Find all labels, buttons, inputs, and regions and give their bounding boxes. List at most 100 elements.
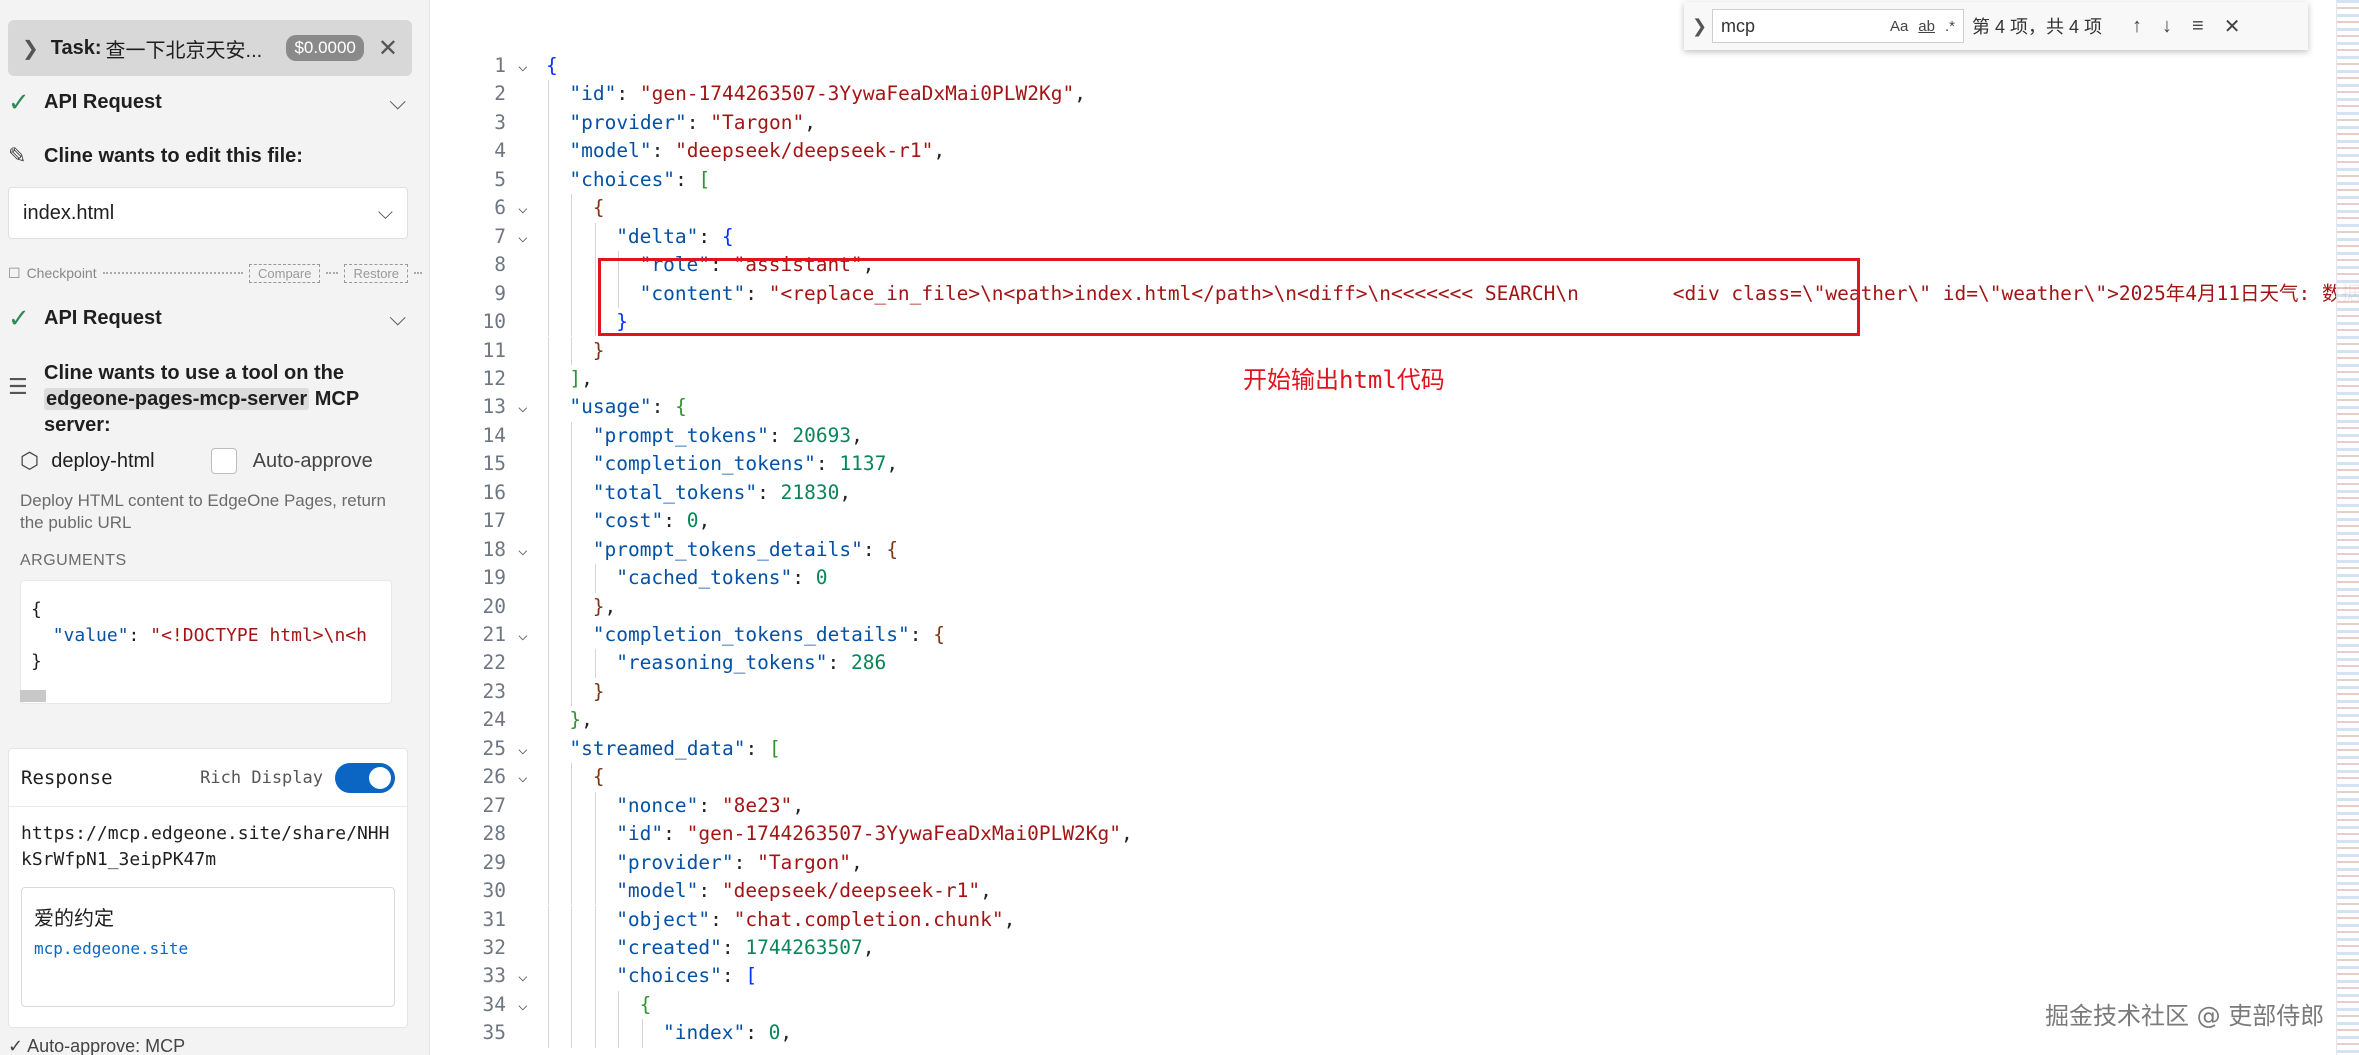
indent-guide bbox=[571, 194, 573, 223]
code-line[interactable]: 6 ⌵ { bbox=[432, 194, 2332, 222]
code-line[interactable]: 13 ⌵ "usage": { bbox=[432, 393, 2332, 421]
line-number: 7 bbox=[494, 224, 506, 248]
code-line[interactable]: 15 "completion_tokens": 1137, bbox=[432, 450, 2332, 478]
chevron-right-icon[interactable]: ❯ bbox=[1692, 16, 1712, 37]
code-line[interactable]: 7 ⌵ "delta": { bbox=[432, 223, 2332, 251]
arguments-box[interactable]: { "value": "<!DOCTYPE html>\n<h } bbox=[20, 580, 392, 704]
indent-guide bbox=[571, 478, 573, 508]
match-case-icon[interactable]: Aa bbox=[1890, 18, 1908, 35]
code-line[interactable]: 19 "cached_tokens": 0 bbox=[432, 564, 2332, 592]
find-in-selection-icon[interactable]: ≡ bbox=[2192, 15, 2204, 38]
code-line[interactable]: 20}, bbox=[432, 593, 2332, 621]
code-line[interactable]: 33 ⌵ "choices": [ bbox=[432, 962, 2332, 990]
code-line[interactable]: 27 "nonce": "8e23", bbox=[432, 792, 2332, 820]
find-input[interactable]: mcp Aa ab .* bbox=[1712, 9, 1964, 43]
code-line[interactable]: 21 ⌵ "completion_tokens_details": { bbox=[432, 621, 2332, 649]
compare-button[interactable]: Compare bbox=[249, 263, 321, 283]
api-request-row-2[interactable]: ✓ API Request ⌵ bbox=[0, 300, 429, 336]
code-text: "provider": "Targon", bbox=[616, 849, 863, 877]
indent-guide bbox=[571, 820, 573, 849]
code-line[interactable]: 29 "provider": "Targon", bbox=[432, 849, 2332, 877]
indent-guide bbox=[548, 535, 549, 565]
mcp-prefix: Cline wants to use a tool on the bbox=[44, 362, 345, 384]
code-line[interactable]: 3 "provider": "Targon", bbox=[432, 109, 2332, 137]
code-editor[interactable]: 1 ⌵ {2 "id": "gen-1744263507-3YywaFeaDxMai0… bbox=[432, 0, 2359, 1055]
code-line[interactable]: 16 "total_tokens": 21830, bbox=[432, 479, 2332, 507]
code-token: : bbox=[663, 509, 687, 533]
tool-name: deploy-html bbox=[51, 449, 155, 472]
code-line[interactable]: 2 "id": "gen-1744263507-3YywaFeaDxMai0PLW… bbox=[432, 80, 2332, 108]
code-line[interactable]: 22 "reasoning_tokens": 286 bbox=[432, 649, 2332, 677]
rich-display-toggle[interactable] bbox=[335, 762, 395, 793]
regex-icon[interactable]: .* bbox=[1945, 18, 1955, 35]
chevron-right-icon[interactable]: ❯ bbox=[22, 36, 39, 61]
fold-chevron-icon[interactable]: ⌵ bbox=[518, 194, 538, 222]
code-line[interactable]: 26 ⌵ { bbox=[432, 763, 2332, 791]
response-url[interactable]: https://mcp.edgeone.site/share/NHHkSrWfp… bbox=[9, 807, 407, 873]
close-icon[interactable]: ✕ bbox=[378, 34, 398, 63]
auto-approve-footer-label: Auto-approve: MCP bbox=[27, 1036, 186, 1055]
code-text: } bbox=[593, 337, 605, 365]
api-request-row-1[interactable]: ✓ API Request ⌵ bbox=[0, 84, 429, 120]
fold-chevron-icon[interactable]: ⌵ bbox=[518, 536, 538, 564]
code-line[interactable]: 31 "object": "chat.completion.chunk", bbox=[432, 906, 2332, 934]
code-text: "usage": { bbox=[569, 393, 686, 421]
code-line[interactable]: 5 "choices": [ bbox=[432, 166, 2332, 194]
arrow-up-icon[interactable]: ↑ bbox=[2132, 15, 2142, 38]
auto-approve-label[interactable]: Auto-approve bbox=[253, 450, 373, 473]
restore-button[interactable]: Restore bbox=[344, 263, 408, 283]
code-token: , bbox=[862, 935, 875, 959]
code-line[interactable]: 30 "model": "deepseek/deepseek-r1", bbox=[432, 877, 2332, 905]
file-dropdown[interactable]: index.html ⌵ bbox=[8, 187, 408, 239]
code-token: "model" bbox=[616, 879, 699, 903]
close-icon[interactable]: ✕ bbox=[2224, 14, 2241, 39]
fold-chevron-icon[interactable]: ⌵ bbox=[518, 962, 538, 990]
link-preview[interactable]: 爱的约定 mcp.edgeone.site bbox=[21, 887, 395, 1007]
indent-guide bbox=[571, 535, 573, 565]
fold-chevron-icon[interactable]: ⌵ bbox=[518, 223, 538, 251]
code-line[interactable]: 18 ⌵ "prompt_tokens_details": { bbox=[432, 536, 2332, 564]
fold-chevron-icon[interactable]: ⌵ bbox=[518, 393, 538, 421]
line-number: 33 bbox=[482, 964, 506, 988]
line-number: 10 bbox=[482, 310, 506, 334]
chevron-down-icon: ⌵ bbox=[377, 201, 393, 224]
code-token: "gen-1744263507-3YywaFeaDxMai0PLW2Kg" bbox=[639, 82, 1075, 106]
whole-word-icon[interactable]: ab bbox=[1918, 18, 1935, 35]
code-token: "prompt_tokens" bbox=[592, 423, 769, 447]
indent-guide bbox=[548, 649, 549, 678]
chevron-down-icon[interactable]: ⌵ bbox=[389, 89, 406, 115]
code-line[interactable]: 14 "prompt_tokens": 20693, bbox=[432, 422, 2332, 450]
code-text: "delta": { bbox=[616, 223, 733, 251]
code-line[interactable]: 17 "cost": 0, bbox=[432, 507, 2332, 535]
code-token: , bbox=[792, 793, 805, 817]
indent-guide bbox=[571, 621, 573, 650]
auto-approve-footer[interactable]: ✓ Auto-approve: MCP bbox=[8, 1036, 185, 1055]
fold-chevron-icon[interactable]: ⌵ bbox=[518, 52, 538, 80]
fold-chevron-icon[interactable]: ⌵ bbox=[518, 763, 538, 791]
horizontal-scrollbar[interactable] bbox=[20, 690, 46, 702]
code-line[interactable]: 25 ⌵ "streamed_data": [ bbox=[432, 735, 2332, 763]
auto-approve-checkbox[interactable] bbox=[210, 448, 237, 474]
fold-chevron-icon[interactable]: ⌵ bbox=[518, 991, 538, 1019]
code-line[interactable]: 23} bbox=[432, 678, 2332, 706]
code-line[interactable]: 28 "id": "gen-1744263507-3YywaFeaDxMai0PL… bbox=[432, 820, 2332, 848]
indent-guide bbox=[571, 1019, 573, 1048]
code-text: "choices": [ bbox=[569, 166, 710, 194]
fold-chevron-icon[interactable]: ⌵ bbox=[518, 735, 538, 763]
line-number: 29 bbox=[482, 850, 506, 874]
code-token: : bbox=[862, 537, 887, 561]
code-line[interactable]: 24}, bbox=[432, 706, 2332, 734]
code-line[interactable]: 4 "model": "deepseek/deepseek-r1", bbox=[432, 137, 2332, 165]
line-number: 9 bbox=[494, 281, 506, 305]
minimap-scrollbar[interactable] bbox=[2336, 0, 2359, 1055]
arrow-down-icon[interactable]: ↓ bbox=[2162, 15, 2172, 38]
indent-guide bbox=[618, 990, 620, 1020]
code-line[interactable]: 1 ⌵ { bbox=[432, 52, 2332, 80]
indent-guide bbox=[571, 564, 573, 593]
code-line[interactable]: 32 "created": 1744263507, bbox=[432, 934, 2332, 962]
fold-chevron-icon[interactable]: ⌵ bbox=[518, 621, 538, 649]
chevron-down-icon[interactable]: ⌵ bbox=[389, 305, 406, 331]
code-text: "index": 0, bbox=[663, 1019, 792, 1047]
indent-guide bbox=[571, 222, 573, 252]
task-header[interactable]: ❯ Task: 查一下北京天安... $0.0000 ✕ bbox=[8, 20, 412, 76]
